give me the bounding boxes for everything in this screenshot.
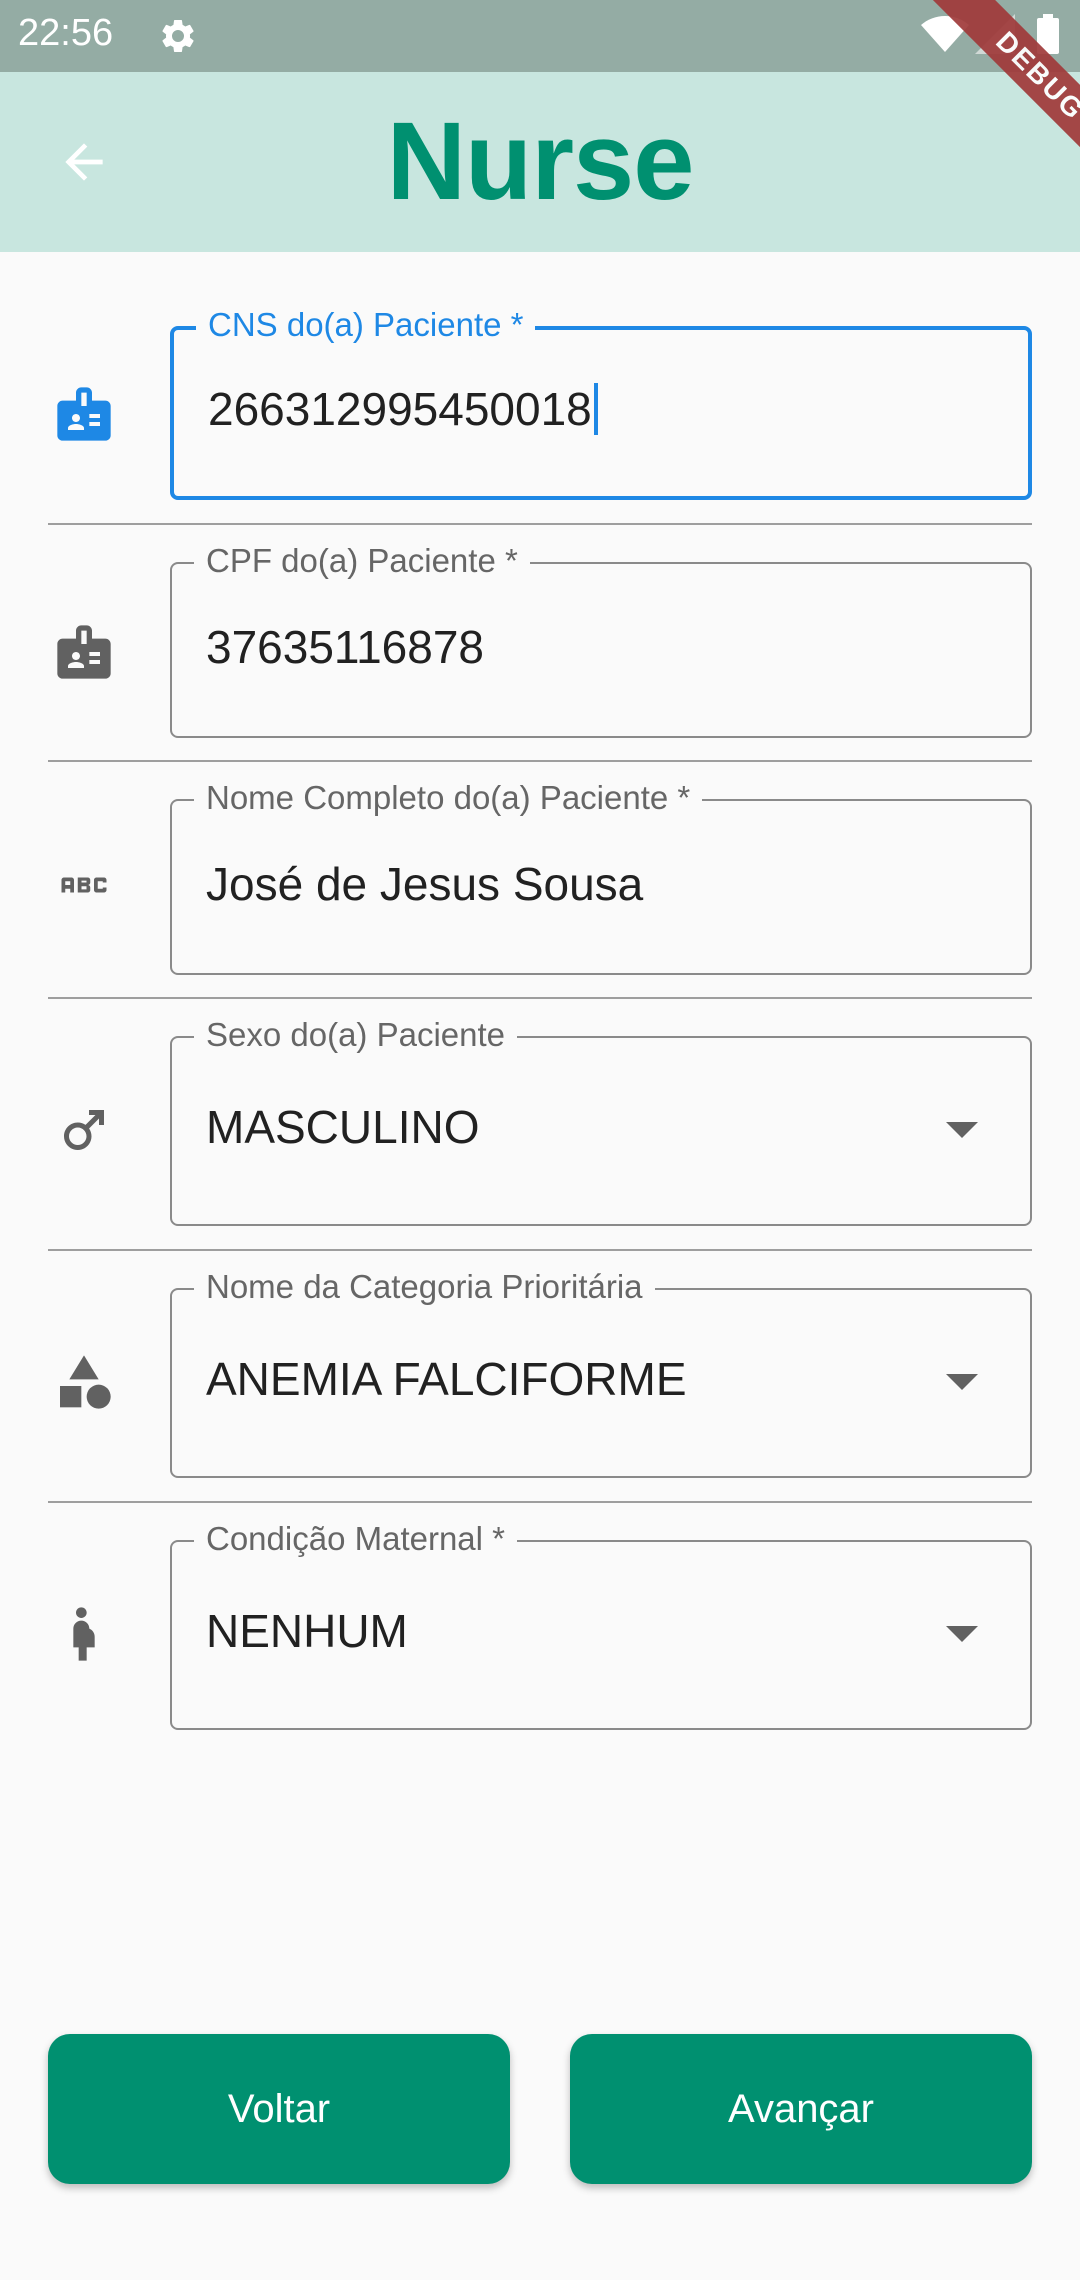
dropdown-arrow-icon	[946, 1626, 978, 1642]
divider	[48, 1501, 1032, 1503]
divider	[48, 760, 1032, 762]
app-bar: Nurse	[0, 72, 1080, 252]
priority-category-dropdown[interactable]: Nome da Categoria Prioritária ANEMIA FAL…	[170, 1268, 1032, 1478]
full-name-value: José de Jesus Sousa	[206, 858, 644, 910]
status-bar: 22:56	[0, 0, 1080, 72]
priority-category-label: Nome da Categoria Prioritária	[194, 1268, 655, 1306]
text-caret	[593, 382, 598, 435]
full-name-label: Nome Completo do(a) Paciente *	[194, 779, 703, 817]
divider	[48, 997, 1032, 999]
cns-label: CNS do(a) Paciente *	[196, 306, 536, 344]
dropdown-arrow-icon	[946, 1122, 978, 1138]
maternal-condition-dropdown[interactable]: Condição Maternal * NENHUM	[170, 1520, 1032, 1730]
sex-row: Sexo do(a) Paciente MASCULINO	[48, 1016, 1032, 1226]
badge-icon	[48, 616, 120, 688]
cpf-input[interactable]: CPF do(a) Paciente * 37635116878	[170, 542, 1032, 738]
page-title: Nurse	[386, 100, 695, 223]
cpf-row: CPF do(a) Paciente * 37635116878	[48, 542, 1032, 740]
category-row: Nome da Categoria Prioritária ANEMIA FAL…	[48, 1268, 1032, 1478]
pregnant-woman-icon	[48, 1598, 120, 1670]
cpf-value: 37635116878	[206, 621, 484, 673]
divider	[48, 1249, 1032, 1251]
name-row: Nome Completo do(a) Paciente * José de J…	[48, 779, 1032, 977]
maternal-condition-value: NENHUM	[206, 1605, 408, 1657]
cns-row: CNS do(a) Paciente * 266312995450018	[48, 306, 1032, 502]
abc-icon	[48, 849, 120, 921]
full-name-input[interactable]: Nome Completo do(a) Paciente * José de J…	[170, 779, 1032, 975]
status-time: 22:56	[18, 12, 114, 54]
sex-dropdown[interactable]: Sexo do(a) Paciente MASCULINO	[170, 1016, 1032, 1226]
back-button[interactable]: Voltar	[48, 2034, 510, 2184]
maternal-condition-label: Condição Maternal *	[194, 1520, 517, 1558]
category-icon	[48, 1346, 120, 1418]
male-icon	[48, 1094, 120, 1166]
cpf-label: CPF do(a) Paciente *	[194, 542, 530, 580]
cns-value: 266312995450018	[208, 383, 592, 435]
divider	[48, 523, 1032, 525]
sex-label: Sexo do(a) Paciente	[194, 1016, 518, 1054]
priority-category-value: ANEMIA FALCIFORME	[206, 1353, 687, 1405]
next-button[interactable]: Avançar	[570, 2034, 1032, 2184]
dropdown-arrow-icon	[946, 1374, 978, 1390]
cns-input[interactable]: CNS do(a) Paciente * 266312995450018	[170, 306, 1032, 500]
maternal-row: Condição Maternal * NENHUM	[48, 1520, 1032, 1730]
sex-value: MASCULINO	[206, 1101, 480, 1153]
badge-icon	[48, 378, 120, 450]
settings-icon	[162, 19, 194, 52]
